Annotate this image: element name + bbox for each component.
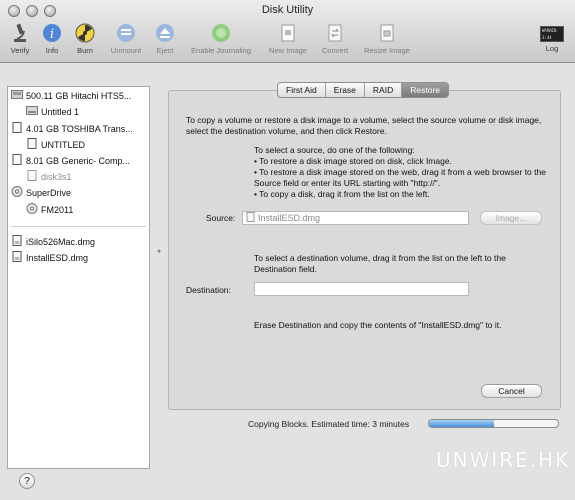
resize-image-button[interactable]: Resize Image <box>358 22 416 55</box>
eject-button[interactable]: Eject <box>152 22 178 55</box>
restore-panel: To copy a volume or restore a disk image… <box>168 90 561 410</box>
convert-button[interactable]: Convert <box>318 22 352 55</box>
source-heading: To select a source, do one of the follow… <box>254 145 415 155</box>
device-sidebar: 500.11 GB Hitachi HTS5... Untitled 1 4.0… <box>7 86 150 469</box>
sidebar-item-untitled-1[interactable]: Untitled 1 <box>26 105 146 119</box>
radiation-icon <box>75 23 95 43</box>
cancel-button[interactable]: Cancel <box>481 384 542 398</box>
progress-fill <box>429 420 494 427</box>
source-bullet-web: • To restore a disk image stored on the … <box>254 167 546 188</box>
optical-drive-icon <box>11 186 23 200</box>
burn-button[interactable]: Burn <box>72 22 98 55</box>
tab-erase[interactable]: Erase <box>326 83 365 97</box>
sidebar-item-untitled[interactable]: UNTITLED <box>26 138 146 152</box>
destination-instructions: To select a destination volume, drag it … <box>254 253 506 274</box>
sidebar-item-hitachi[interactable]: 500.11 GB Hitachi HTS5... <box>11 89 147 103</box>
watermark: UNWIRE.HK <box>436 448 571 472</box>
sidebar-item-isilo-dmg[interactable]: iSilo526Mac.dmg <box>11 235 147 249</box>
volume-icon <box>26 105 38 119</box>
sidebar-item-fm2011[interactable]: FM2011 <box>26 203 146 217</box>
verify-button[interactable]: Verify <box>5 22 35 55</box>
log-icon: WARNIN 3:44 <box>540 26 564 42</box>
external-disk-icon <box>11 122 23 136</box>
log-button[interactable]: WARNIN 3:44 Log <box>538 22 566 53</box>
help-button[interactable]: ? <box>19 473 35 489</box>
sidebar-item-superdrive[interactable]: SuperDrive <box>11 186 147 200</box>
image-button[interactable]: Image... <box>480 211 542 225</box>
status-text: Copying Blocks. Estimated time: 3 minute… <box>248 419 410 429</box>
volume-icon <box>26 170 38 184</box>
optical-disc-icon <box>26 203 38 217</box>
unmount-button[interactable]: Unmount <box>104 22 148 55</box>
restore-intro-text: To copy a volume or restore a disk image… <box>186 115 542 136</box>
convert-icon <box>328 24 342 42</box>
sidebar-item-toshiba[interactable]: 4.01 GB TOSHIBA Trans... <box>11 122 147 136</box>
enable-journaling-button[interactable]: Enable Journaling <box>184 22 258 55</box>
source-bullet-image: • To restore a disk image stored on disk… <box>254 156 452 166</box>
new-image-button[interactable]: New Image <box>265 22 311 55</box>
destination-label: Destination: <box>186 285 231 295</box>
tab-restore[interactable]: Restore <box>402 83 448 97</box>
microscope-icon <box>14 23 26 42</box>
disk-image-icon <box>11 235 23 249</box>
tab-first-aid[interactable]: First Aid <box>278 83 326 97</box>
source-value: InstallESD.dmg <box>258 213 321 223</box>
unmount-icon <box>117 24 135 42</box>
new-image-icon <box>281 24 295 42</box>
external-disk-icon <box>11 154 23 168</box>
split-view-handle[interactable]: ● <box>157 248 161 255</box>
source-bullet-disk: • To copy a disk, drag it from the list … <box>254 189 430 199</box>
toolbar: Disk Utility Verify i Info Burn Unmount … <box>0 0 575 63</box>
tab-raid[interactable]: RAID <box>365 83 403 97</box>
eject-icon <box>156 24 174 42</box>
info-button[interactable]: i Info <box>40 22 64 55</box>
destination-field[interactable] <box>254 282 469 296</box>
journaling-icon <box>212 24 230 42</box>
sidebar-item-generic[interactable]: 8.01 GB Generic- Comp... <box>11 154 147 168</box>
disk-utility-window: Disk Utility Verify i Info Burn Unmount … <box>0 0 575 500</box>
svg-text:i: i <box>50 27 54 42</box>
volume-icon <box>26 138 38 152</box>
operation-tabs: First Aid Erase RAID Restore <box>277 82 449 98</box>
erase-description: Erase Destination and copy the contents … <box>254 320 502 330</box>
sidebar-item-installesd-dmg[interactable]: InstallESD.dmg <box>11 251 147 265</box>
disk-image-icon <box>246 212 255 225</box>
disk-image-icon <box>11 251 23 265</box>
copy-progress-bar <box>428 419 559 428</box>
window-title: Disk Utility <box>261 4 314 16</box>
internal-disk-icon <box>11 89 23 103</box>
resize-image-icon <box>380 24 394 42</box>
info-icon: i <box>43 24 61 42</box>
sidebar-item-disk3s1[interactable]: disk3s1 <box>26 170 146 184</box>
sidebar-divider <box>11 226 146 227</box>
source-field[interactable]: InstallESD.dmg <box>242 211 469 225</box>
source-label: Source: <box>206 213 236 223</box>
